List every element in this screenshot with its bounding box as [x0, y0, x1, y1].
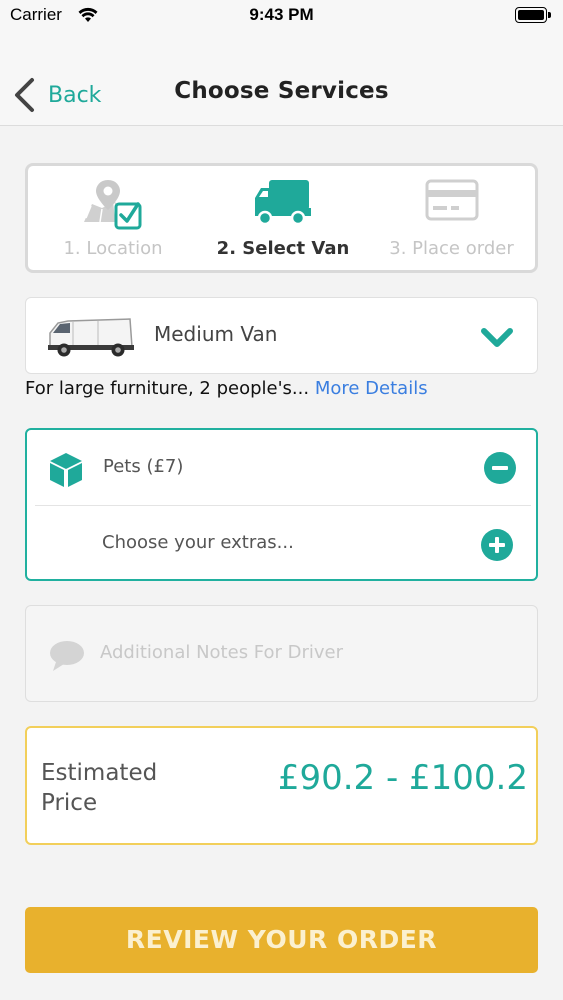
driver-notes-field [25, 605, 538, 702]
estimated-price-panel: Estimated Price £90.2 - £100.2 [25, 726, 538, 845]
box-icon [50, 453, 82, 487]
step-place-order-label: 3. Place order [389, 238, 514, 259]
page-title: Choose Services [174, 78, 389, 104]
estimated-price-value: £90.2 - £100.2 [277, 758, 528, 798]
extra-item-label: Pets (£7) [103, 456, 184, 477]
van-description: For large furniture, 2 people's... More … [25, 378, 428, 399]
navigation-bar: Back Choose Services [0, 30, 563, 126]
extras-panel: Pets (£7) Choose your extras... [25, 428, 538, 581]
step-place-order[interactable]: 3. Place order [368, 166, 535, 270]
status-bar: Carrier 9:43 PM [0, 0, 563, 30]
progress-stepper: 1. Location 2. Select Van 3. Place order [25, 163, 538, 273]
step-location-label: 1. Location [63, 238, 163, 259]
truck-icon [255, 180, 311, 226]
step-select-van[interactable]: 2. Select Van [198, 166, 368, 270]
review-order-button[interactable]: REVIEW YOUR ORDER [25, 907, 538, 973]
estimated-price-label: Estimated Price [41, 760, 158, 816]
credit-card-icon [425, 179, 478, 221]
step-location[interactable]: 1. Location [28, 166, 198, 270]
extra-item: Pets (£7) [35, 430, 531, 506]
status-time: 9:43 PM [249, 5, 314, 24]
speech-bubble-icon [50, 641, 84, 671]
van-description-text: For large furniture, 2 people's... [25, 378, 310, 399]
add-extra-button[interactable] [481, 529, 513, 561]
selected-van-label: Medium Van [154, 322, 278, 346]
remove-extra-button[interactable] [484, 452, 516, 484]
choose-extras-label: Choose your extras... [102, 532, 294, 553]
van-type-dropdown[interactable]: Medium Van [25, 297, 538, 374]
add-extra-row[interactable]: Choose your extras... [27, 506, 536, 582]
van-image [48, 318, 134, 357]
chevron-down-icon [481, 328, 513, 347]
more-details-link[interactable]: More Details [315, 378, 428, 399]
battery-icon [515, 7, 551, 23]
map-check-icon [84, 180, 142, 230]
step-select-van-label: 2. Select Van [216, 238, 350, 259]
driver-notes-input[interactable] [100, 634, 520, 670]
